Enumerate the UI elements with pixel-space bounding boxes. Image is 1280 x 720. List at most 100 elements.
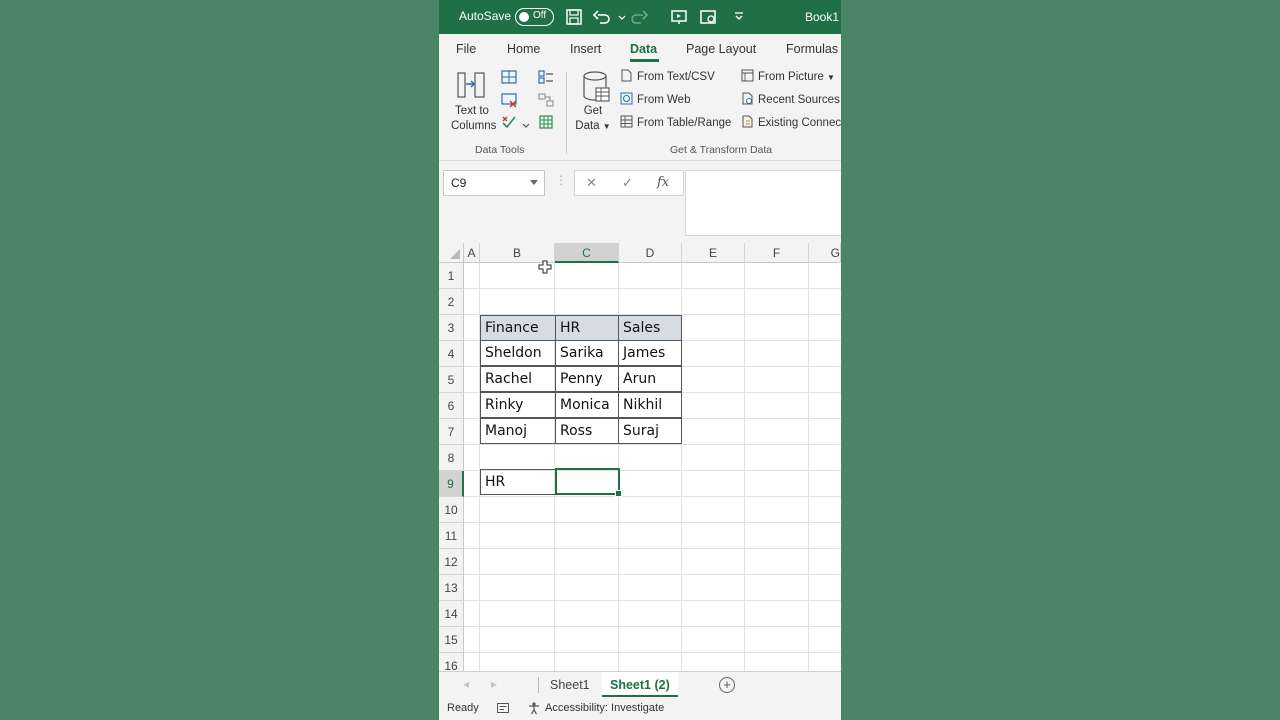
name-box[interactable]: C9	[443, 170, 545, 196]
formula-input[interactable]	[685, 170, 841, 236]
customize-icon[interactable]	[729, 7, 743, 27]
worksheet-grid[interactable]: A B C D E F G 1 2 3 4 5 6 7 8 9 10 11 12…	[439, 243, 841, 679]
workbook-title: Book1	[805, 10, 840, 24]
active-tab-indicator	[630, 59, 659, 62]
text-file-icon	[620, 69, 633, 82]
undo-dropdown-icon[interactable]	[612, 7, 626, 27]
recent-sources-button[interactable]: Recent Sources	[741, 91, 840, 109]
table-cell[interactable]: Manoj	[480, 418, 556, 444]
cell-cursor-icon	[538, 260, 552, 274]
row-header-13[interactable]: 13	[439, 575, 464, 601]
table-cell[interactable]: Rachel	[480, 366, 556, 392]
data-model-icon[interactable]	[538, 114, 554, 130]
table-cell[interactable]: Rinky	[480, 392, 556, 418]
from-table-range-button[interactable]: From Table/Range	[620, 114, 731, 132]
name-box-dropdown-icon[interactable]	[530, 180, 538, 185]
row-header-14[interactable]: 14	[439, 601, 464, 627]
tab-formulas[interactable]: Formulas	[786, 42, 838, 56]
autosave-toggle[interactable]: Off	[515, 8, 554, 26]
next-sheet-icon[interactable]: ▸	[491, 677, 497, 691]
flash-fill-icon[interactable]	[501, 69, 517, 85]
table-cell[interactable]: Nikhil	[618, 392, 682, 418]
table-cell[interactable]: Sheldon	[480, 340, 556, 366]
tab-page-layout[interactable]: Page Layout	[686, 42, 756, 56]
accessibility-icon[interactable]	[527, 701, 541, 715]
from-picture-button[interactable]: From Picture ▼	[741, 68, 835, 86]
row-header-9[interactable]: 9	[439, 471, 464, 497]
gridline	[464, 600, 841, 601]
sheet-tab-sheet1-2[interactable]: Sheet1 (2)	[602, 672, 678, 698]
accessibility-status[interactable]: Accessibility: Investigate	[545, 702, 664, 714]
row-header-1[interactable]: 1	[439, 263, 464, 289]
get-data-button[interactable]: Get Data ▼	[573, 104, 613, 134]
table-header-cell[interactable]: Sales	[618, 315, 682, 341]
consolidate-icon[interactable]	[538, 69, 554, 85]
get-data-icon[interactable]	[581, 70, 611, 104]
column-header-e[interactable]: E	[682, 243, 745, 263]
column-header-d[interactable]: D	[619, 243, 682, 263]
table-cell[interactable]: Arun	[618, 366, 682, 392]
present-icon[interactable]	[669, 7, 689, 27]
enter-icon[interactable]: ✓	[622, 175, 633, 191]
column-header-a[interactable]: A	[464, 243, 480, 263]
table-cell[interactable]: Sarika	[555, 340, 619, 366]
data-validation-icon[interactable]	[501, 114, 517, 130]
relationships-icon[interactable]	[538, 92, 554, 108]
tab-insert[interactable]: Insert	[570, 42, 601, 56]
existing-connections-button[interactable]: Existing Connec	[741, 114, 841, 132]
column-header-c[interactable]: C	[555, 243, 619, 263]
title-bar: AutoSave Off Book1	[439, 0, 841, 34]
save-icon[interactable]	[564, 7, 584, 27]
lookup-label-cell[interactable]: HR	[480, 469, 556, 495]
sheet-tab-sheet1[interactable]: Sheet1	[542, 672, 598, 698]
macro-record-icon[interactable]	[496, 701, 510, 715]
autosave-label: AutoSave	[459, 9, 512, 23]
row-header-12[interactable]: 12	[439, 549, 464, 575]
table-cell[interactable]: Penny	[555, 366, 619, 392]
table-cell[interactable]: James	[618, 340, 682, 366]
row-header-10[interactable]: 10	[439, 497, 464, 523]
column-header-f[interactable]: F	[745, 243, 809, 263]
add-sheet-icon[interactable]: +	[719, 677, 735, 693]
redo-icon[interactable]	[629, 7, 649, 27]
screenshot-icon[interactable]	[698, 7, 718, 27]
prev-sheet-icon[interactable]: ◂	[463, 677, 469, 691]
row-header-3[interactable]: 3	[439, 315, 464, 341]
table-cell[interactable]: Suraj	[618, 418, 682, 444]
table-cell[interactable]: Monica	[555, 392, 619, 418]
column-header-g[interactable]: G	[809, 243, 841, 263]
fill-handle[interactable]	[615, 490, 622, 497]
from-picture-label: From Picture	[758, 71, 824, 83]
select-all-button[interactable]	[439, 243, 464, 263]
gridline	[464, 444, 841, 445]
row-header-15[interactable]: 15	[439, 627, 464, 653]
text-to-columns-icon[interactable]	[456, 70, 488, 100]
gridline	[464, 652, 841, 653]
tab-file[interactable]: File	[456, 42, 476, 56]
cancel-icon[interactable]: ✕	[586, 175, 597, 191]
data-validation-dropdown-icon[interactable]	[522, 119, 530, 128]
row-header-8[interactable]: 8	[439, 445, 464, 471]
row-header-2[interactable]: 2	[439, 289, 464, 315]
from-text-csv-button[interactable]: From Text/CSV	[620, 68, 715, 86]
table-cell[interactable]: Ross	[555, 418, 619, 444]
excel-window: AutoSave Off Book1 File Home Insert Data…	[439, 0, 841, 720]
ribbon-tabs: File Home Insert Data Page Layout Formul…	[439, 34, 841, 64]
text-to-columns-button[interactable]: Text to Columns	[451, 104, 496, 134]
insert-function-icon[interactable]: fx	[657, 175, 669, 190]
gridline	[464, 522, 841, 523]
row-header-11[interactable]: 11	[439, 523, 464, 549]
from-web-button[interactable]: From Web	[620, 91, 690, 109]
row-header-7[interactable]: 7	[439, 419, 464, 445]
remove-duplicates-icon[interactable]	[501, 92, 517, 108]
row-header-5[interactable]: 5	[439, 367, 464, 393]
row-header-6[interactable]: 6	[439, 393, 464, 419]
row-header-4[interactable]: 4	[439, 341, 464, 367]
undo-icon[interactable]	[592, 7, 612, 27]
table-header-cell[interactable]: Finance	[480, 315, 556, 341]
gridline	[808, 263, 809, 671]
tab-home[interactable]: Home	[507, 42, 540, 56]
table-header-cell[interactable]: HR	[555, 315, 619, 341]
text-to-columns-line1: Text to	[455, 105, 489, 117]
tab-data[interactable]: Data	[630, 42, 657, 56]
